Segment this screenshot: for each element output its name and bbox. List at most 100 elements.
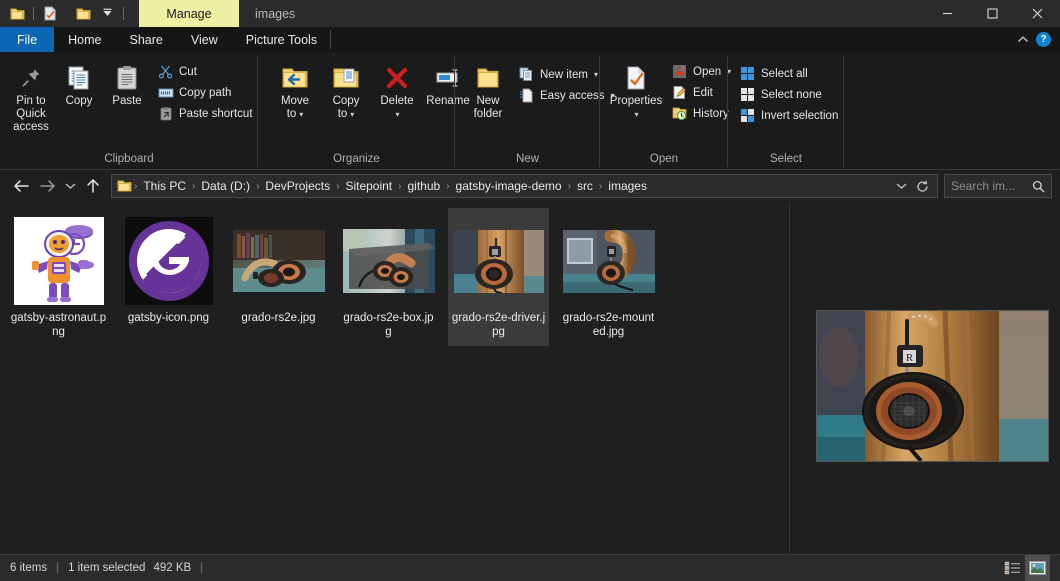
move-to-button[interactable]: Move to ▾	[272, 58, 318, 121]
delete-button[interactable]: Delete ▾	[374, 58, 420, 121]
address-dropdown-icon[interactable]	[896, 182, 907, 190]
invert-selection-button[interactable]: Invert selection	[734, 105, 843, 126]
breadcrumb-item-data-d[interactable]: Data (D:)	[196, 175, 255, 197]
recent-locations-button[interactable]	[60, 174, 80, 198]
tab-share[interactable]: Share	[116, 27, 177, 52]
copy-label: Copy	[65, 95, 93, 107]
ribbon-tab-strip: File Home Share View Picture Tools ?	[0, 27, 1060, 52]
breadcrumb-item-github[interactable]: github	[402, 175, 445, 197]
breadcrumb-item-src[interactable]: src	[572, 175, 598, 197]
qat-properties-icon[interactable]	[39, 3, 61, 25]
up-button[interactable]	[80, 174, 106, 198]
open-small-buttons: Open ▾ Edit History	[666, 58, 736, 124]
headphones-driver-thumbnail	[453, 229, 544, 293]
clipboard-small-buttons: Cut Copy path Paste shortcut	[152, 58, 258, 124]
history-button[interactable]: History	[666, 103, 736, 124]
copy-to-button[interactable]: Copy to ▾	[323, 58, 369, 121]
tab-home[interactable]: Home	[54, 27, 115, 52]
paste-button[interactable]: Paste	[104, 58, 150, 108]
search-input[interactable]: Search im...	[951, 179, 1028, 193]
help-icon[interactable]: ?	[1036, 32, 1051, 47]
gatsby-icon-thumbnail	[124, 217, 213, 305]
copy-to-caret-icon[interactable]: ▾	[350, 108, 354, 121]
tab-picture-tools[interactable]: Picture Tools	[232, 27, 332, 52]
new-item-caret-icon[interactable]: ▾	[594, 70, 598, 79]
list-item[interactable]: grado-rs2e-box.jpg	[338, 208, 439, 346]
list-item[interactable]: grado-rs2e.jpg	[228, 208, 329, 346]
preview-pane: R	[790, 202, 1060, 554]
properties-caret-icon[interactable]: ▾	[634, 108, 638, 121]
cut-label: Cut	[179, 65, 197, 78]
qat-folder-icon[interactable]	[6, 3, 28, 25]
refresh-icon[interactable]	[916, 180, 929, 193]
easy-access-label: Easy access	[540, 89, 605, 102]
breadcrumb[interactable]: › This PC › Data (D:) › DevProjects › Si…	[111, 174, 938, 198]
edit-icon	[671, 85, 688, 100]
copy-path-button[interactable]: Copy path	[152, 82, 258, 103]
paste-shortcut-button[interactable]: Paste shortcut	[152, 103, 258, 124]
list-item-label: gatsby-icon.png	[127, 312, 210, 324]
list-item[interactable]: gatsby-icon.png	[118, 208, 219, 346]
list-item[interactable]: grado-rs2e-driver.jpg	[448, 208, 549, 346]
list-item[interactable]: gatsby-astronaut.png	[8, 208, 109, 346]
new-item-label: New item	[540, 68, 588, 81]
thumbnail	[451, 214, 546, 308]
thumbnail	[561, 214, 656, 308]
breadcrumb-item-images[interactable]: images	[603, 175, 652, 197]
open-icon	[671, 64, 688, 79]
file-list-pane[interactable]: gatsby-astronaut.png gatsby-icon.png gra…	[0, 202, 790, 554]
select-none-button[interactable]: Select none	[734, 84, 843, 105]
forward-button[interactable]	[34, 174, 60, 198]
breadcrumb-actions	[896, 180, 933, 193]
ribbon-group-organize: Move to ▾ Copy to ▾ Delete ▾ Rename Orga…	[258, 52, 470, 169]
tab-file[interactable]: File	[0, 27, 55, 52]
open-button[interactable]: Open ▾	[666, 61, 736, 82]
search-box[interactable]: Search im...	[944, 174, 1052, 198]
breadcrumb-folder-icon	[116, 179, 133, 193]
breadcrumb-item-sitepoint[interactable]: Sitepoint	[340, 175, 397, 197]
breadcrumb-item-this-pc[interactable]: This PC	[138, 175, 191, 197]
close-button[interactable]	[1015, 0, 1060, 27]
delete-caret-icon[interactable]: ▾	[395, 108, 399, 121]
cut-button[interactable]: Cut	[152, 61, 258, 82]
thumbnail	[231, 214, 326, 308]
copy-button[interactable]: Copy	[56, 58, 102, 108]
status-separator: |	[200, 562, 204, 574]
status-item-count: 6 items	[10, 562, 48, 574]
pin-to-quick-access-label-2: access	[13, 121, 49, 133]
breadcrumb-item-gatsby-image-demo[interactable]: gatsby-image-demo	[451, 175, 567, 197]
select-all-button[interactable]: Select all	[734, 63, 843, 84]
qat-new-folder-icon[interactable]	[72, 3, 94, 25]
large-icons-view-button[interactable]	[1025, 555, 1050, 581]
select-all-label: Select all	[761, 67, 808, 80]
history-icon	[671, 106, 688, 121]
qat-customize-icon[interactable]	[96, 3, 118, 25]
ribbon-group-open: Properties ▾ Open ▾ Edit History Open	[600, 52, 731, 169]
window-title: images	[255, 6, 296, 21]
paste-shortcut-icon	[157, 106, 174, 121]
pin-to-quick-access-button[interactable]: Pin to Quick access	[8, 58, 54, 134]
headphones-mounted-thumbnail	[562, 229, 655, 293]
edit-button[interactable]: Edit	[666, 82, 736, 103]
collapse-ribbon-icon[interactable]	[1017, 35, 1029, 44]
svg-text:R: R	[906, 352, 914, 364]
ribbon-strip-actions: ?	[1017, 27, 1060, 52]
tab-view[interactable]: View	[177, 27, 232, 52]
maximize-button[interactable]	[970, 0, 1015, 27]
move-to-caret-icon[interactable]: ▾	[299, 108, 303, 121]
list-item[interactable]: grado-rs2e-mounted.jpg	[558, 208, 659, 346]
minimize-button[interactable]	[925, 0, 970, 27]
move-to-label-1: Move	[280, 95, 310, 107]
new-folder-button[interactable]: New folder	[465, 58, 511, 121]
breadcrumb-item-devprojects[interactable]: DevProjects	[260, 175, 335, 197]
gatsby-astronaut-thumbnail	[13, 217, 104, 305]
properties-button[interactable]: Properties ▾	[608, 58, 664, 121]
headphones-flat-thumbnail	[232, 230, 325, 292]
copy-to-icon	[331, 61, 361, 95]
back-button[interactable]	[8, 174, 34, 198]
contextual-tab-manage[interactable]: Manage	[139, 0, 239, 27]
details-view-button[interactable]	[1000, 555, 1025, 581]
search-icon[interactable]	[1032, 180, 1045, 193]
thumbnail	[121, 214, 216, 308]
preview-image: R	[816, 310, 1049, 462]
